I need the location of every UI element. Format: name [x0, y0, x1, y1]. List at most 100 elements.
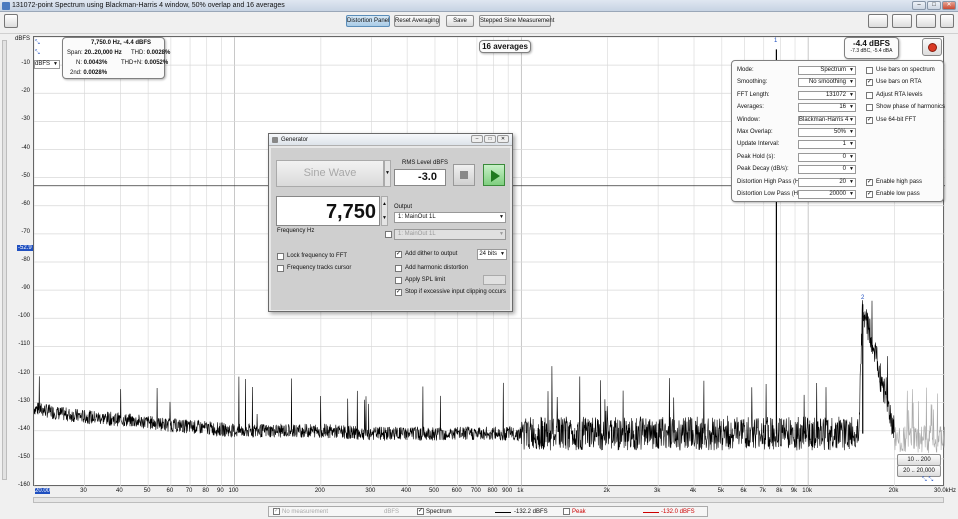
setting-label: Smoothing:	[737, 79, 768, 86]
generator-close-button[interactable]: ✕	[497, 135, 509, 143]
frequency-label: Frequency Hz	[277, 228, 315, 234]
unit-select[interactable]: dBFS	[34, 60, 60, 69]
y-tick-label: -120	[17, 369, 30, 376]
x-tick-label: 60	[166, 488, 174, 494]
horizontal-scrollbar[interactable]	[33, 497, 944, 503]
x-tick-label: 90	[217, 488, 224, 494]
y-axis-title: dBFS	[14, 36, 30, 42]
peak-checkbox[interactable]	[563, 508, 570, 515]
output2-select[interactable]: 1: MainOut 1L	[394, 229, 506, 240]
add-harmonic-checkbox[interactable]	[395, 265, 402, 272]
maximize-button[interactable]: □	[927, 1, 941, 10]
zoom-icon[interactable]: ⤡	[35, 40, 40, 47]
tracks-cursor-checkbox[interactable]	[277, 265, 284, 272]
generator-maximize-button[interactable]: □	[484, 135, 496, 143]
waveform-select[interactable]: Sine Wave	[276, 160, 384, 187]
waveform-dropdown-icon[interactable]: ▼	[384, 160, 391, 187]
setting-select[interactable]: 0	[798, 152, 856, 162]
vertical-scrollbar[interactable]	[2, 40, 7, 480]
save-button[interactable]: Save	[446, 15, 474, 27]
reset-averaging-button[interactable]: Reset Averaging	[394, 15, 440, 27]
setting-select[interactable]: 131072	[798, 90, 856, 100]
setting-select[interactable]: 20	[798, 177, 856, 187]
setting-checkbox[interactable]: ✓	[866, 179, 873, 186]
x-tick-label: 40	[116, 488, 123, 494]
setting-select[interactable]: 0	[798, 165, 856, 175]
thd-label: THD:	[131, 50, 145, 56]
play-button[interactable]	[483, 164, 505, 186]
graph-menu-icon[interactable]	[4, 14, 18, 28]
harmonic-marker-1: 1	[774, 38, 778, 44]
x-tick-label: 6k	[740, 488, 747, 494]
setting-select[interactable]: 20000	[798, 190, 856, 199]
x-tick-label: 300	[365, 488, 376, 494]
y-tick-label: -140	[17, 425, 30, 432]
setting-checkbox[interactable]: ✓	[866, 116, 873, 124]
setting-label: Distortion High Pass (Hz):	[737, 178, 807, 185]
rms-level-label: RMS Level dBFS	[402, 160, 449, 166]
setting-select[interactable]: 1	[798, 140, 856, 150]
play-icon	[491, 170, 500, 182]
setting-checkbox[interactable]	[866, 104, 873, 112]
axis-zoom-icon[interactable]: ⤡ ⤡	[922, 477, 933, 484]
split-view-icon[interactable]	[892, 14, 912, 28]
span-label: Span:	[67, 50, 83, 56]
setting-select[interactable]: Spectrum	[798, 66, 856, 75]
n-label: N:	[76, 60, 82, 66]
setting-checkbox[interactable]	[866, 67, 873, 74]
y-tick-label: -50	[21, 172, 30, 179]
add-harmonic-label: Add harmonic distortion	[405, 265, 469, 271]
apply-spl-checkbox[interactable]	[395, 277, 402, 284]
crosshair-icon[interactable]	[916, 14, 936, 28]
stop-button[interactable]	[453, 164, 475, 186]
range-20-20000-button[interactable]: 20 .. 20,000	[897, 465, 941, 477]
no-measurement-checkbox[interactable]: ✓	[273, 508, 280, 515]
apply-spl-label: Apply SPL limit	[405, 277, 446, 283]
y-tick-label: -110	[18, 341, 30, 348]
stepped-sine-button[interactable]: Stepped Sine Measurement	[479, 15, 554, 27]
stop-clipping-checkbox[interactable]: ✓	[395, 289, 402, 296]
y-tick-label: -160	[17, 482, 30, 488]
gear-icon[interactable]	[940, 14, 954, 28]
setting-checkbox[interactable]: ✓	[866, 79, 873, 87]
setting-checkbox-label: Show phase of harmonics	[876, 104, 946, 111]
x-tick-label: 100	[228, 488, 239, 494]
x-tick-label: 3k	[653, 488, 661, 494]
setting-label: Mode:	[737, 67, 754, 73]
y-tick-label: -10	[21, 60, 30, 67]
setting-select[interactable]: 16	[798, 103, 856, 113]
setting-checkbox[interactable]	[866, 91, 873, 99]
close-button[interactable]: ✕	[942, 1, 956, 10]
pan-icon[interactable]: ⤡	[35, 50, 40, 57]
tracks-cursor-label: Frequency tracks cursor	[287, 265, 352, 271]
output-select[interactable]: 1: MainOut 1L	[394, 212, 506, 223]
x-tick-label: 4k	[689, 488, 697, 494]
layout-icon[interactable]	[868, 14, 888, 28]
distortion-panel-button[interactable]: Distortion Panel	[346, 15, 390, 27]
setting-select[interactable]: No smoothing	[798, 78, 856, 88]
setting-checkbox[interactable]: ✓	[866, 191, 873, 199]
x-tick-label: 800	[487, 488, 498, 494]
setting-select[interactable]: 50%	[798, 128, 856, 137]
y-tick-label: -40	[21, 144, 30, 151]
settings-panel: Mode: Spectrum Smoothing: No smoothing FFT L…	[731, 60, 946, 202]
record-button[interactable]	[922, 38, 942, 56]
setting-select[interactable]: Blackman-Harris 4	[798, 115, 856, 125]
app-icon	[2, 2, 10, 10]
dither-bits-select[interactable]: 24 bits	[477, 249, 507, 260]
frequency-spinner[interactable]: ▲ ▼	[381, 196, 388, 226]
setting-checkbox-label: Enable low pass	[876, 191, 920, 198]
spectrum-checkbox[interactable]: ✓	[417, 508, 424, 515]
setting-label: FFT Length:	[737, 91, 770, 98]
minimize-button[interactable]: –	[912, 1, 926, 10]
no-measurement-label: No measurement	[282, 509, 329, 515]
output2-checkbox[interactable]	[385, 231, 392, 238]
generator-minimize-button[interactable]: –	[471, 135, 483, 143]
record-icon	[928, 43, 937, 52]
setting-checkbox-label: Use bars on RTA	[876, 79, 922, 86]
spl-limit-input[interactable]	[483, 275, 506, 285]
lock-fft-checkbox[interactable]	[277, 253, 284, 260]
frequency-input[interactable]: 7,750	[276, 196, 380, 226]
rms-level-input[interactable]: -3.0	[394, 169, 446, 186]
add-dither-checkbox[interactable]: ✓	[395, 251, 402, 258]
